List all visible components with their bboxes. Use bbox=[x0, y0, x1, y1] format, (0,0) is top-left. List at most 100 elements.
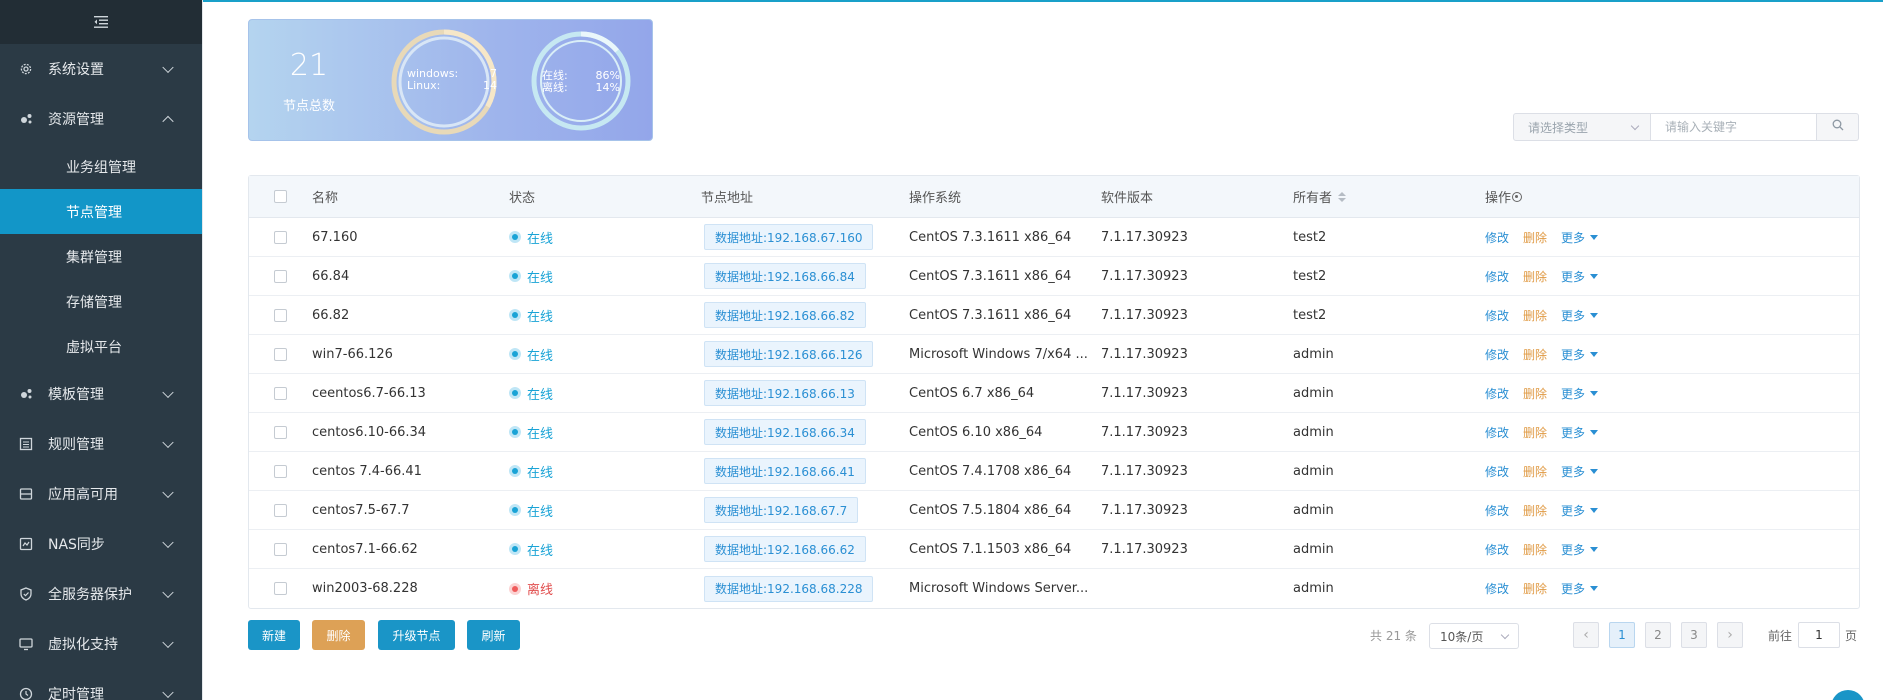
sidebar-menu-item[interactable]: 系统设置 bbox=[0, 44, 202, 94]
chevron-right-icon: › bbox=[1727, 627, 1733, 643]
more-dropdown[interactable]: 更多 bbox=[1561, 424, 1599, 441]
page-1-button[interactable]: 1 bbox=[1609, 622, 1635, 648]
edit-link[interactable]: 修改 bbox=[1485, 541, 1509, 558]
row-checkbox[interactable] bbox=[274, 582, 287, 595]
more-dropdown[interactable]: 更多 bbox=[1561, 541, 1599, 558]
sidebar-menu-item[interactable]: NAS同步 bbox=[0, 519, 202, 569]
page-2-button[interactable]: 2 bbox=[1645, 622, 1671, 648]
chevron-down-icon bbox=[162, 436, 174, 449]
more-dropdown[interactable]: 更多 bbox=[1561, 229, 1599, 246]
cell-ops: 修改 删除 更多 bbox=[1485, 413, 1859, 451]
row-checkbox[interactable] bbox=[274, 464, 287, 478]
row-checkbox[interactable] bbox=[274, 308, 287, 322]
row-checkbox[interactable] bbox=[274, 230, 287, 244]
sidebar-subitem[interactable]: 业务组管理 bbox=[0, 144, 202, 189]
sidebar-subitem[interactable]: 虚拟平台 bbox=[0, 324, 202, 369]
row-checkbox[interactable] bbox=[274, 425, 287, 439]
edit-link[interactable]: 修改 bbox=[1485, 580, 1509, 597]
more-label: 更多 bbox=[1561, 503, 1586, 518]
cell-status: 在线 bbox=[509, 491, 701, 529]
status-dot-icon bbox=[509, 426, 521, 438]
delete-button[interactable]: 删除 bbox=[312, 620, 365, 650]
search-button[interactable] bbox=[1817, 113, 1859, 141]
row-checkbox[interactable] bbox=[274, 542, 287, 556]
edit-link[interactable]: 修改 bbox=[1485, 424, 1509, 441]
edit-link[interactable]: 修改 bbox=[1485, 502, 1509, 519]
refresh-button[interactable]: 刷新 bbox=[467, 620, 520, 650]
cell-version: 7.1.17.30923 bbox=[1101, 463, 1188, 479]
new-button[interactable]: 新建 bbox=[248, 620, 300, 650]
delete-link[interactable]: 删除 bbox=[1523, 502, 1547, 519]
select-all-checkbox[interactable] bbox=[274, 190, 287, 203]
sidebar-subitem[interactable]: 存储管理 bbox=[0, 279, 202, 324]
cell-ops: 修改 删除 更多 bbox=[1485, 257, 1859, 295]
node-table: 名称 状态 节点地址 操作系统 软件版本 所有者 操作 67.160 在线 数据地址… bbox=[248, 175, 1860, 609]
delete-link[interactable]: 删除 bbox=[1523, 424, 1547, 441]
cell-ops: 修改 删除 更多 bbox=[1485, 335, 1859, 373]
cell-status: 在线 bbox=[509, 257, 701, 295]
sidebar-menu-item[interactable]: 虚拟化支持 bbox=[0, 619, 202, 669]
row-checkbox[interactable] bbox=[274, 386, 287, 400]
page-3-button[interactable]: 3 bbox=[1681, 622, 1707, 648]
sidebar-menu-item[interactable]: 模板管理 bbox=[0, 369, 202, 419]
edit-link[interactable]: 修改 bbox=[1485, 307, 1509, 324]
delete-link[interactable]: 删除 bbox=[1523, 580, 1547, 597]
row-checkbox[interactable] bbox=[274, 269, 287, 283]
sort-icon[interactable] bbox=[1338, 191, 1347, 202]
pagination-total: 共 21 条 bbox=[1370, 629, 1417, 643]
delete-link[interactable]: 删除 bbox=[1523, 307, 1547, 324]
nas-icon bbox=[18, 536, 34, 552]
more-dropdown[interactable]: 更多 bbox=[1561, 268, 1599, 285]
sidebar-menu-item[interactable]: 应用高可用 bbox=[0, 469, 202, 519]
row-checkbox[interactable] bbox=[274, 347, 287, 361]
status-text: 在线 bbox=[527, 504, 554, 520]
address-tag: 数据地址:192.168.67.7 bbox=[704, 497, 859, 523]
sidebar-toggle[interactable] bbox=[0, 0, 202, 44]
delete-link[interactable]: 删除 bbox=[1523, 541, 1547, 558]
more-dropdown[interactable]: 更多 bbox=[1561, 463, 1599, 480]
sidebar-menu-item[interactable]: 规则管理 bbox=[0, 419, 202, 469]
more-label: 更多 bbox=[1561, 269, 1586, 284]
sidebar-menu-item[interactable]: 全服务器保护 bbox=[0, 569, 202, 619]
more-dropdown[interactable]: 更多 bbox=[1561, 580, 1599, 597]
cell-status: 离线 bbox=[509, 569, 701, 608]
edit-link[interactable]: 修改 bbox=[1485, 268, 1509, 285]
delete-link[interactable]: 删除 bbox=[1523, 268, 1547, 285]
cell-address: 数据地址:192.168.66.34 bbox=[701, 413, 909, 451]
col-owner[interactable]: 所有者 bbox=[1293, 176, 1485, 217]
next-page-button[interactable]: › bbox=[1717, 622, 1743, 648]
column-settings-icon[interactable] bbox=[1512, 191, 1523, 202]
cell-ops: 修改 删除 更多 bbox=[1485, 530, 1859, 568]
resource-icon bbox=[18, 111, 34, 127]
delete-link[interactable]: 删除 bbox=[1523, 385, 1547, 402]
page-size-select[interactable]: 10条/页 bbox=[1429, 623, 1519, 649]
edit-link[interactable]: 修改 bbox=[1485, 385, 1509, 402]
chevron-down-icon bbox=[1630, 121, 1640, 131]
more-dropdown[interactable]: 更多 bbox=[1561, 502, 1599, 519]
sidebar-menu-item[interactable]: 定时管理 bbox=[0, 669, 202, 700]
goto-page-input[interactable] bbox=[1798, 622, 1840, 648]
sidebar-subitem[interactable]: 集群管理 bbox=[0, 234, 202, 279]
edit-link[interactable]: 修改 bbox=[1485, 346, 1509, 363]
upgrade-node-button[interactable]: 升级节点 bbox=[378, 620, 455, 650]
delete-link[interactable]: 删除 bbox=[1523, 346, 1547, 363]
more-dropdown[interactable]: 更多 bbox=[1561, 346, 1599, 363]
edit-link[interactable]: 修改 bbox=[1485, 229, 1509, 246]
floating-action-button[interactable] bbox=[1831, 690, 1865, 700]
edit-link[interactable]: 修改 bbox=[1485, 463, 1509, 480]
cell-address: 数据地址:192.168.66.126 bbox=[701, 335, 909, 373]
cell-version: 7.1.17.30923 bbox=[1101, 307, 1188, 323]
more-dropdown[interactable]: 更多 bbox=[1561, 385, 1599, 402]
cell-address: 数据地址:192.168.67.160 bbox=[701, 218, 909, 256]
more-dropdown[interactable]: 更多 bbox=[1561, 307, 1599, 324]
prev-page-button[interactable]: ‹ bbox=[1573, 622, 1599, 648]
keyword-input[interactable] bbox=[1651, 113, 1817, 141]
row-checkbox[interactable] bbox=[274, 503, 287, 517]
sidebar-subitem[interactable]: 节点管理 bbox=[0, 189, 202, 234]
cell-os: CentOS 7.5.1804 x86_64 bbox=[909, 502, 1072, 518]
delete-link[interactable]: 删除 bbox=[1523, 463, 1547, 480]
type-select[interactable]: 请选择类型 bbox=[1513, 113, 1651, 141]
delete-link[interactable]: 删除 bbox=[1523, 229, 1547, 246]
caret-down-icon bbox=[1590, 273, 1599, 279]
sidebar-menu-item[interactable]: 资源管理 bbox=[0, 94, 202, 144]
